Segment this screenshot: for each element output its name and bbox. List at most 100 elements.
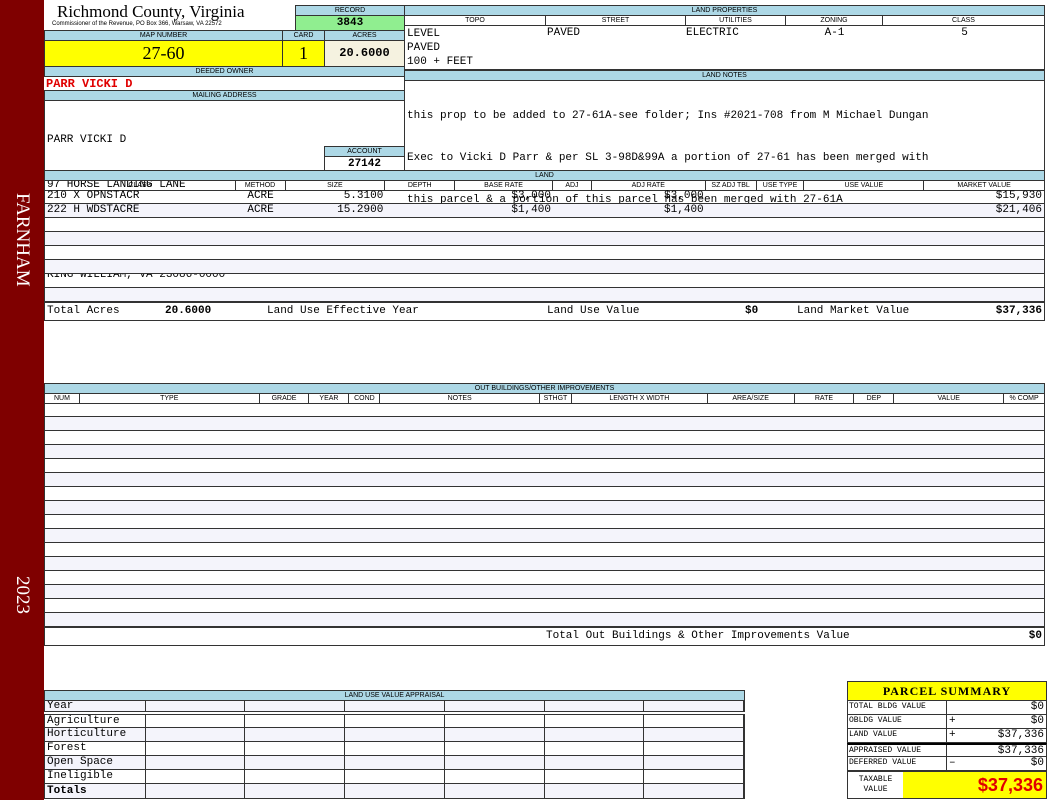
mailing-address-label: MAILING ADDRESS (44, 90, 405, 101)
land-properties-body: LEVEL PAVED 100 + FEET PAVED ELECTRIC A-1 … (404, 25, 1045, 70)
land-use-row-label: Totals (45, 784, 146, 798)
outbuildings-col-header: % COMP (1009, 395, 1039, 402)
account-value: 27142 (324, 156, 405, 171)
land-use-cell (345, 770, 445, 783)
summary-row: APPRAISED VALUE $37,336 (847, 743, 1047, 757)
land-cell (455, 288, 553, 301)
land-use-cell (644, 728, 745, 741)
land-row: 210 X OPNSTACR ACRE 5.3100 $3,000 $3,000 $15,… (44, 190, 1045, 204)
address-line: PARR VICKI D (47, 134, 127, 146)
land-use-cell (345, 742, 445, 755)
deeded-owner-value: PARR VICKI D (46, 77, 133, 91)
land-cell (286, 232, 386, 245)
land-col-header: USE VALUE (804, 181, 925, 190)
land-cell: ACRE (247, 190, 274, 202)
land-row (44, 246, 1045, 260)
land-cell (706, 260, 757, 273)
topo-value: LEVEL (407, 28, 441, 40)
land-cell: 222 H WDSTACRE (47, 204, 140, 216)
land-cell (757, 288, 805, 301)
land-cell (924, 274, 1044, 287)
outbuildings-row (44, 431, 1045, 445)
summary-operator: – (949, 757, 956, 769)
land-row (44, 260, 1045, 274)
outbuildings-row (44, 515, 1045, 529)
summary-operator: + (949, 729, 956, 741)
card-value: 1 (282, 40, 325, 67)
col-class: CLASS (952, 17, 975, 24)
outbuildings-totals: Total Out Buildings & Other Improvements… (44, 627, 1045, 646)
outbuildings-col-header: AREA/SIZE (708, 394, 795, 403)
land-use-cell (245, 784, 346, 798)
land-use-row-label: Forest (45, 742, 146, 755)
land-use-cell (245, 701, 346, 711)
land-col-header: SIZE (286, 181, 386, 190)
land-use-cell (345, 728, 445, 741)
land-cell (385, 190, 455, 203)
land-use-row-label: Ineligible (45, 770, 146, 783)
land-row: 222 H WDSTACRE ACRE 15.2900 $1,400 $1,400 $21… (44, 204, 1045, 218)
land-market-value-label: Land Market Value (797, 305, 910, 317)
summary-label: OBLDG VALUE (848, 715, 947, 728)
land-cell (286, 288, 386, 301)
land-cell (804, 218, 924, 231)
land-cell (455, 260, 553, 273)
land-use-cell (644, 742, 745, 755)
taxable-value: $37,336 (903, 772, 1046, 798)
land-use-row-label: Horticulture (45, 728, 146, 741)
outbuildings-row (44, 557, 1045, 571)
parcel-summary-title: PARCEL SUMMARY (847, 681, 1047, 701)
land-cell (804, 232, 924, 245)
land-row (44, 288, 1045, 302)
land-cell (385, 204, 455, 217)
summary-value: $0 (1030, 757, 1044, 769)
land-use-cell (644, 770, 745, 783)
land-cell (236, 274, 286, 287)
land-use-cell (245, 770, 346, 783)
land-use-row: Horticulture (44, 728, 745, 742)
land-cell: 15.2900 (337, 204, 384, 216)
topo-value: 100 + FEET (407, 56, 474, 68)
land-cell (385, 232, 455, 245)
land-col-header: CLASS (45, 181, 236, 190)
land-use-cell (445, 742, 545, 755)
land-use-row: Open Space (44, 756, 745, 770)
outbuildings-row (44, 445, 1045, 459)
land-use-row-label: Year (45, 701, 146, 711)
land-cell: ACRE (247, 204, 274, 216)
deeded-owner-label: DEEDED OWNER (44, 66, 405, 77)
land-properties-label: LAND PROPERTIES (404, 5, 1045, 16)
land-cell (804, 204, 924, 217)
outbuildings-col-header: YEAR (309, 394, 350, 403)
land-cell (553, 190, 592, 203)
land-use-cell (146, 715, 246, 727)
land-cell (385, 260, 455, 273)
land-use-cell (545, 715, 645, 727)
summary-row: OBLDG VALUE + $0 (847, 715, 1047, 729)
outbuildings-col-header: DEP (854, 394, 895, 403)
total-acres-value: 20.6000 (165, 305, 212, 317)
col-zoning: ZONING (786, 16, 883, 25)
land-cell (385, 288, 455, 301)
outbuildings-total-label: Total Out Buildings & Other Improvements… (546, 630, 850, 642)
land-use-cell (644, 715, 745, 727)
land-use-cell (545, 742, 645, 755)
land-use-cell (146, 770, 246, 783)
summary-label: TOTAL BLDG VALUE (848, 701, 947, 714)
land-cell (924, 246, 1044, 259)
land-cell (45, 260, 236, 273)
land-cell (236, 288, 286, 301)
land-cell: $15,930 (995, 190, 1042, 202)
land-cell (592, 288, 706, 301)
outbuildings-row (44, 473, 1045, 487)
land-use-cell (146, 701, 246, 711)
land-use-cell (445, 728, 545, 741)
county-subtitle: Commissioner of the Revenue, PO Box 366,… (52, 21, 222, 27)
land-cell (706, 204, 757, 217)
land-cell (553, 260, 592, 273)
land-cell (286, 218, 386, 231)
map-number-value: 27-60 (44, 40, 283, 67)
land-cell: $21,406 (995, 204, 1042, 216)
outbuildings-label: OUT BUILDINGS/OTHER IMPROVEMENTS (44, 383, 1045, 394)
note-line: this prop to be added to 27-61A-see fold… (407, 110, 929, 122)
